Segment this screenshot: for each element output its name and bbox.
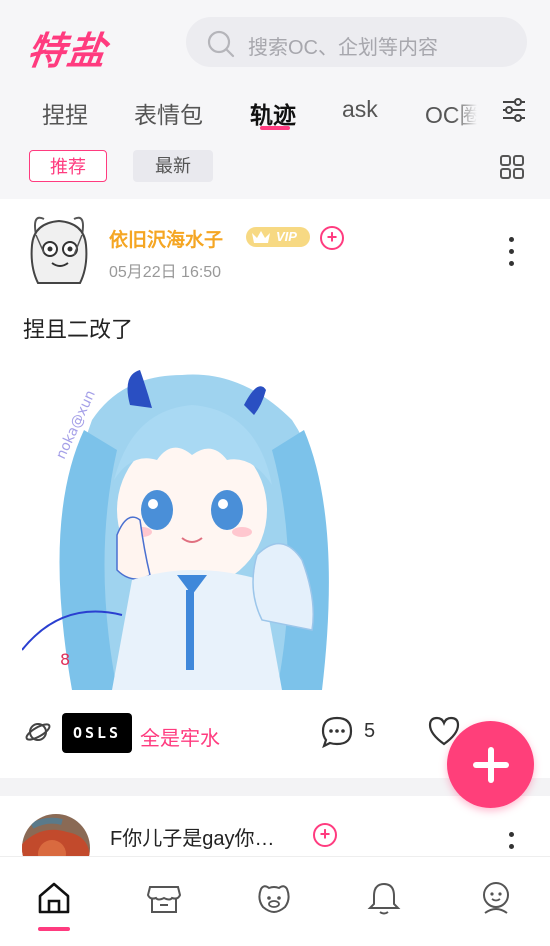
filter-icon[interactable] [500, 96, 528, 124]
post-username[interactable]: F你儿子是gay你… [110, 822, 274, 851]
profile-icon [483, 882, 509, 914]
active-tab-indicator [260, 126, 290, 130]
comment-icon[interactable] [320, 715, 354, 749]
more-icon[interactable] [509, 237, 515, 273]
nav-home[interactable] [35, 879, 75, 919]
search-bar[interactable]: 搜索OC、企划等内容 [186, 17, 527, 67]
bottom-navigation [0, 856, 550, 946]
circle-badge[interactable]: OSLS [62, 713, 132, 753]
tab-oc-circle[interactable]: OC圈 [425, 96, 477, 130]
circle-name-link[interactable]: 全是牢水 [140, 722, 220, 751]
post-image[interactable]: 8 noka@xun [22, 360, 356, 692]
tab-trajectory[interactable]: 轨迹 [250, 96, 296, 130]
post-username[interactable]: 依旧沢海水子 [109, 225, 223, 252]
tab-nienie[interactable]: 捏捏 [42, 96, 88, 130]
post-text: 捏且二改了 [23, 317, 134, 342]
grid-icon[interactable] [499, 154, 525, 180]
nav-shop[interactable] [145, 879, 185, 919]
tab-ask[interactable]: ask [342, 96, 378, 123]
search-placeholder: 搜索OC、企划等内容 [248, 37, 438, 59]
user-avatar[interactable] [14, 205, 104, 295]
nav-pet[interactable] [255, 879, 295, 919]
tab-stickers[interactable]: 表情包 [134, 96, 203, 130]
add-post-button[interactable] [447, 721, 534, 808]
sort-recommended-button[interactable]: 推荐 [29, 150, 107, 182]
vip-label: VIP [276, 229, 297, 244]
home-icon [38, 882, 70, 914]
search-icon [207, 30, 235, 58]
planet-icon [25, 723, 51, 741]
follow-button[interactable]: + [320, 226, 344, 250]
bell-icon [367, 882, 401, 915]
svg-text:8: 8 [60, 650, 70, 669]
sort-latest-button[interactable]: 最新 [133, 150, 213, 182]
shop-icon [146, 886, 182, 913]
nav-active-indicator [38, 927, 70, 931]
nav-profile[interactable] [477, 879, 517, 919]
app-logo: 特盐 [24, 29, 111, 73]
vip-badge: VIP [246, 227, 310, 247]
post-date: 05月22日 16:50 [109, 264, 222, 281]
crown-icon [252, 231, 270, 243]
comment-count: 5 [364, 720, 376, 742]
follow-button[interactable]: + [313, 823, 337, 847]
nav-notifications[interactable] [365, 879, 405, 919]
pet-icon [258, 885, 290, 914]
